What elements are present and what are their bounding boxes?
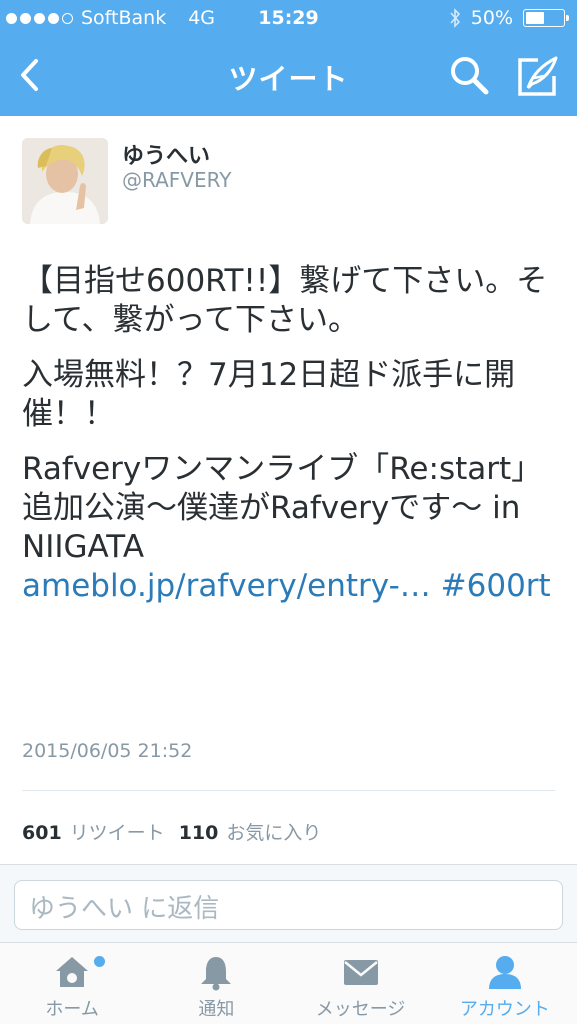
compose-tweet-icon[interactable] <box>514 54 560 100</box>
retweet-label[interactable]: リツイート <box>70 818 165 845</box>
home-icon <box>56 957 89 987</box>
reply-input[interactable]: ゆうへい に返信 <box>14 880 563 930</box>
tab-account[interactable]: アカウント <box>433 943 577 1024</box>
retweet-count[interactable]: 601 <box>22 822 62 844</box>
divider <box>22 790 555 791</box>
bluetooth-icon <box>450 8 460 28</box>
tweet-text: 【目指せ600RT!!】繋げて下さい。そして、繋がって下さい。 入場無料！？7月… <box>22 262 562 622</box>
tab-notifications-label: 通知 <box>198 999 235 1020</box>
tweet-paragraph: 【目指せ600RT!!】繋げて下さい。そして、繋がって下さい。 <box>22 263 548 338</box>
hashtag-link[interactable]: #600rt <box>441 568 551 604</box>
tab-account-label: アカウント <box>459 999 550 1020</box>
battery-percent: 50% <box>470 7 513 29</box>
tweet-stats: 601 リツイート 110 お気に入り <box>22 818 321 845</box>
tab-home[interactable]: ホーム <box>0 943 144 1024</box>
avatar[interactable] <box>22 138 108 224</box>
tweet-timestamp: 2015/06/05 21:52 <box>22 740 193 762</box>
tab-messages-label: メッセージ <box>315 999 406 1020</box>
search-icon[interactable] <box>448 54 492 98</box>
tab-messages[interactable]: メッセージ <box>289 943 433 1024</box>
tweet-paragraph: 入場無料！？7月12日超ド派手に開催！！ <box>22 357 516 432</box>
top-bar: SoftBank 4G 15:29 50% ツイート <box>0 0 577 116</box>
tweet-paragraph-text: Rafveryワンマンライブ「Re:start」追加公演〜僕達がRafveryで… <box>22 451 543 565</box>
status-bar: SoftBank 4G 15:29 50% <box>0 0 577 38</box>
bell-icon <box>201 957 232 991</box>
tab-notifications[interactable]: 通知 <box>144 943 288 1024</box>
envelope-icon <box>343 960 378 985</box>
reply-bar: ゆうへい に返信 <box>0 864 577 942</box>
tab-home-label: ホーム <box>45 999 99 1020</box>
battery-icon <box>523 9 569 27</box>
favorite-count[interactable]: 110 <box>179 822 219 844</box>
tab-bar: ホーム 通知 メッセージ アカウント <box>0 942 577 1024</box>
new-content-indicator <box>94 956 105 967</box>
nav-bar: ツイート <box>0 38 577 116</box>
person-icon <box>488 956 521 989</box>
tweet-paragraph: Rafveryワンマンライブ「Re:start」追加公演〜僕達がRafveryで… <box>22 450 562 606</box>
user-display-name[interactable]: ゆうへい <box>122 138 210 170</box>
favorite-label[interactable]: お気に入り <box>226 818 321 845</box>
user-handle[interactable]: @RAFVERY <box>122 168 231 192</box>
tweet-link[interactable]: ameblo.jp/rafvery/entry-… <box>22 568 431 604</box>
